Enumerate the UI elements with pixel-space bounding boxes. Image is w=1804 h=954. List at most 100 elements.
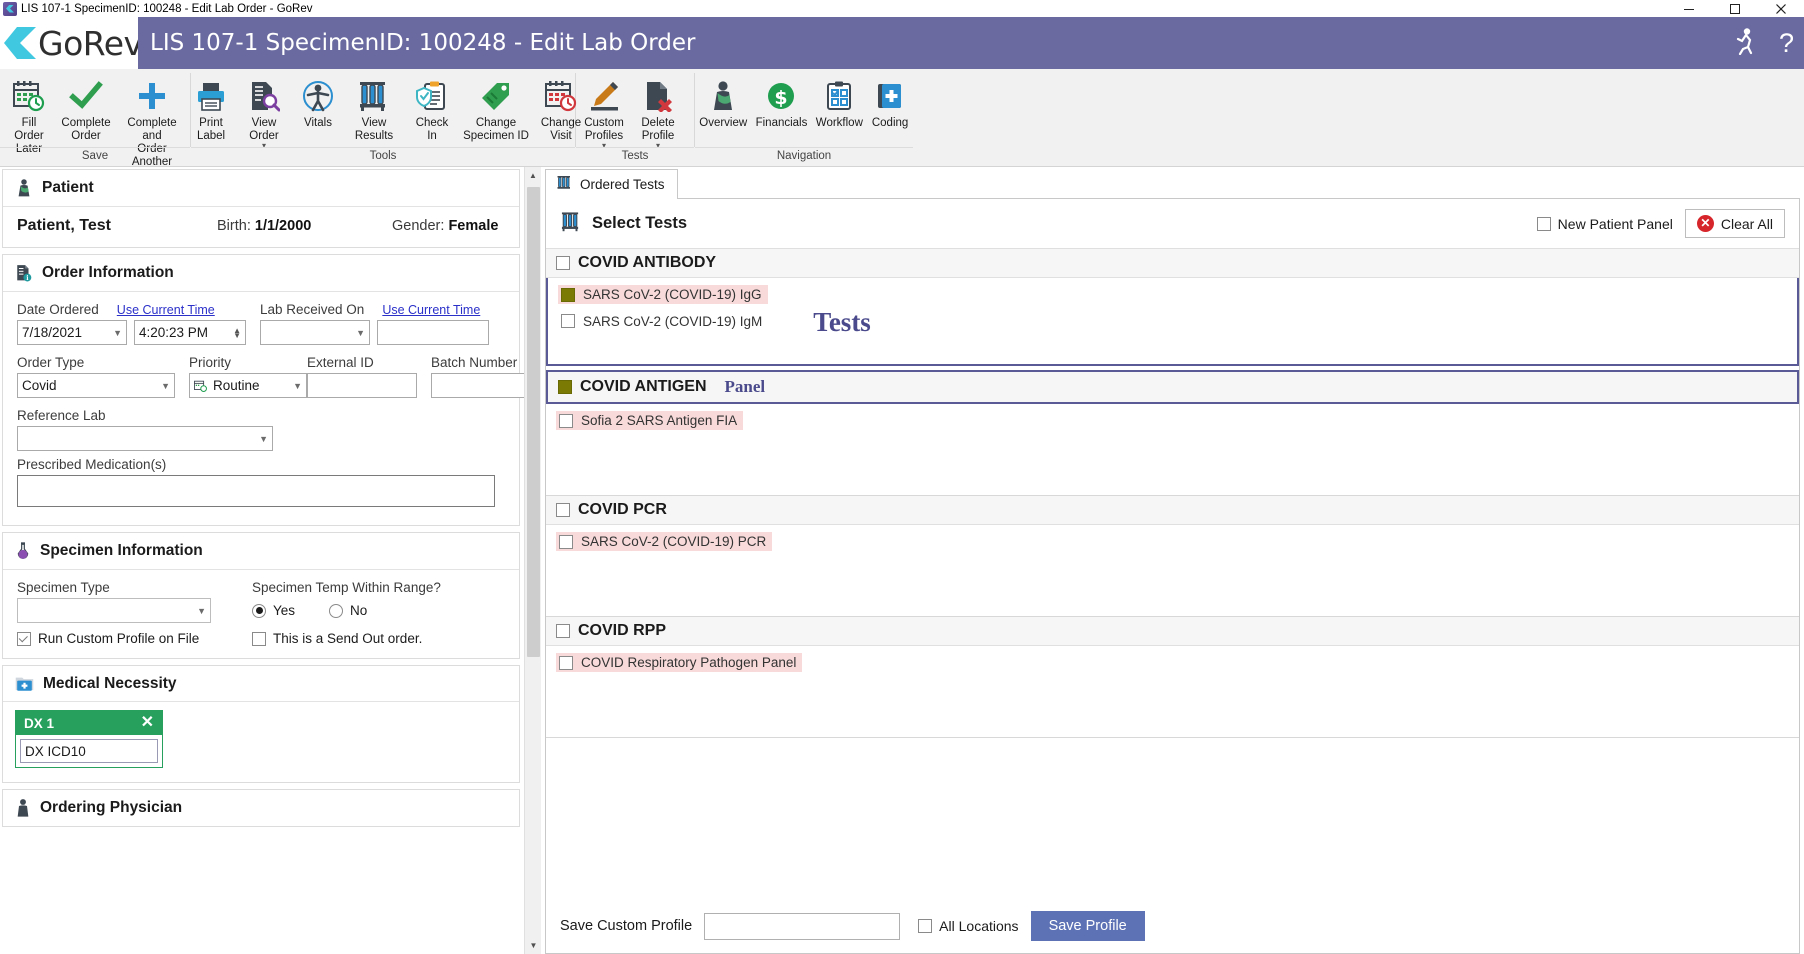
order-information-body: Date Ordered Use Current Time 7/18/2021 … xyxy=(3,292,524,525)
checkbox-filled-icon[interactable] xyxy=(558,380,572,394)
group-body-covid-antigen: Sofia 2 SARS Antigen FIA xyxy=(546,404,1799,496)
view-results-button[interactable]: View Results xyxy=(339,73,409,143)
date-ordered-value: 7/18/2021 xyxy=(22,325,83,340)
print-label-button[interactable]: Print Label xyxy=(191,73,231,143)
help-question-icon[interactable]: ? xyxy=(1779,29,1794,57)
chevron-down-icon[interactable]: ▼ xyxy=(192,606,206,616)
tab-ordered-tests[interactable]: Ordered Tests xyxy=(545,169,678,199)
test-label-covid-rpp: COVID Respiratory Pathogen Panel xyxy=(581,655,797,670)
coding-button[interactable]: Coding xyxy=(867,73,913,130)
scroll-up-icon[interactable]: ▲ xyxy=(525,167,541,184)
new-patient-panel-checkbox[interactable]: New Patient Panel xyxy=(1536,216,1673,232)
view-order-label: View Order xyxy=(249,117,279,142)
patient-card-header: Patient xyxy=(3,170,519,207)
checkbox-unchecked-icon[interactable] xyxy=(559,534,573,549)
save-custom-profile-input[interactable] xyxy=(704,912,901,940)
reference-lab-select[interactable]: ▼ xyxy=(17,426,273,451)
group-header-covid-antibody[interactable]: COVID ANTIBODY xyxy=(546,249,1799,278)
overview-button[interactable]: Overview xyxy=(695,73,751,130)
patient-birth-value: 1/1/2000 xyxy=(254,218,312,234)
date-ordered-input[interactable]: 7/18/2021 ▼ xyxy=(17,320,127,345)
lab-received-use-current-time-link[interactable]: Use Current Time xyxy=(382,303,480,317)
scrollbar-thumb[interactable] xyxy=(527,187,540,657)
test-item-sofia-2-sars-antigen-fia[interactable]: Sofia 2 SARS Antigen FIA xyxy=(556,411,744,430)
chevron-down-icon[interactable]: ▼ xyxy=(288,381,302,391)
order-type-select[interactable]: Covid ▼ xyxy=(17,373,175,398)
specimen-type-field: Specimen Type ▼ xyxy=(17,580,252,623)
test-item-covid-respiratory-pathogen-panel[interactable]: COVID Respiratory Pathogen Panel xyxy=(556,653,803,672)
batch-number-label: Batch Number xyxy=(431,355,518,370)
all-locations-checkbox[interactable]: All Locations xyxy=(918,918,1019,934)
check-in-button[interactable]: Check In xyxy=(409,73,455,143)
specimen-temp-yes-label: Yes xyxy=(273,603,296,618)
batch-number-input[interactable] xyxy=(431,373,524,398)
external-id-input[interactable] xyxy=(307,373,417,398)
order-information-card: i Order Information Date Ordered Use Cur… xyxy=(2,254,524,526)
chevron-down-icon[interactable]: ▼ xyxy=(351,328,365,338)
priority-select[interactable]: Routine ▼ xyxy=(189,373,307,398)
change-specimen-id-button[interactable]: Change Specimen ID xyxy=(455,73,537,143)
specimen-temp-no-radio[interactable]: No xyxy=(329,603,367,618)
group-header-covid-rpp[interactable]: COVID RPP xyxy=(546,617,1799,646)
chevron-down-icon[interactable]: ▼ xyxy=(108,328,122,338)
save-profile-button[interactable]: Save Profile xyxy=(1030,911,1145,941)
fill-order-later-button[interactable]: Fill Order Later xyxy=(0,73,58,156)
ordering-physician-title: Ordering Physician xyxy=(40,799,183,816)
chevron-down-icon[interactable]: ▼ xyxy=(156,381,170,391)
patient-birth: Birth: 1/1/2000 xyxy=(217,218,392,234)
vitals-button[interactable]: Vitals xyxy=(297,73,339,130)
send-out-order-checkbox[interactable]: This is a Send Out order. xyxy=(252,631,422,646)
test-line-igg: SARS CoV-2 (COVID-19) IgG xyxy=(558,285,1787,307)
run-custom-profile-checkbox[interactable]: Run Custom Profile on File xyxy=(17,631,252,646)
group-header-covid-antigen[interactable]: COVID ANTIGEN Panel xyxy=(546,370,1799,404)
financials-button[interactable]: $ Financials xyxy=(751,73,811,130)
dx-1-remove-icon[interactable]: ✕ xyxy=(141,715,154,731)
external-id-field: External ID xyxy=(307,355,417,398)
person-running-icon[interactable] xyxy=(1733,27,1757,60)
dx-1-input[interactable]: DX ICD10 xyxy=(20,739,158,763)
specimen-type-select[interactable]: ▼ xyxy=(17,598,211,623)
test-item-sars-cov2-igm[interactable]: SARS CoV-2 (COVID-19) IgM xyxy=(558,312,768,331)
document-delete-icon xyxy=(642,77,674,115)
minimize-button[interactable] xyxy=(1666,0,1712,17)
brand-logo: GoRev xyxy=(0,17,143,69)
chevron-down-icon[interactable]: ▼ xyxy=(254,434,268,444)
left-pane-scrollbar[interactable]: ▲ ▼ xyxy=(524,167,542,954)
close-button[interactable] xyxy=(1758,0,1804,17)
checkbox-unchecked-icon[interactable] xyxy=(559,413,573,428)
checkbox-filled-icon[interactable] xyxy=(561,287,575,302)
checkbox-unchecked-icon[interactable] xyxy=(556,256,570,270)
date-ordered-use-current-time-link[interactable]: Use Current Time xyxy=(117,303,215,317)
checkbox-unchecked-icon[interactable] xyxy=(556,624,570,638)
batch-number-field: Batch Number xyxy=(431,355,524,398)
specimen-temp-yes-radio[interactable]: Yes xyxy=(252,603,295,618)
view-order-button[interactable]: View Order ▾ xyxy=(231,73,297,150)
prescribed-medications-input[interactable] xyxy=(17,475,495,507)
scroll-down-icon[interactable]: ▼ xyxy=(525,937,542,954)
dx-1-label: DX 1 xyxy=(24,715,55,731)
lab-received-time-input[interactable] xyxy=(377,320,489,345)
time-spinner[interactable]: ▲ ▼ xyxy=(228,326,241,339)
custom-profiles-button[interactable]: Custom Profiles ▾ xyxy=(576,73,632,150)
maximize-button[interactable] xyxy=(1712,0,1758,17)
clear-all-button[interactable]: ✕ Clear All xyxy=(1684,209,1785,238)
complete-order-button[interactable]: Complete Order xyxy=(58,73,114,143)
group-header-covid-pcr[interactable]: COVID PCR xyxy=(546,496,1799,525)
checkbox-unchecked-icon[interactable] xyxy=(561,314,575,328)
test-item-sars-cov2-igg[interactable]: SARS CoV-2 (COVID-19) IgG xyxy=(558,285,768,304)
checkbox-unchecked-icon[interactable] xyxy=(559,655,573,670)
radio-on-icon xyxy=(252,603,266,618)
delete-profile-button[interactable]: Delete Profile ▾ xyxy=(632,73,684,150)
lab-received-date-input[interactable]: ▼ xyxy=(260,320,370,345)
workflow-button[interactable]: Workflow xyxy=(812,73,868,130)
patient-sling-icon xyxy=(15,178,33,198)
lab-received-on-label: Lab Received On xyxy=(260,302,365,317)
group-name-covid-antibody: COVID ANTIBODY xyxy=(578,254,717,271)
checkbox-unchecked-icon[interactable] xyxy=(556,503,570,517)
test-item-sars-cov2-pcr[interactable]: SARS CoV-2 (COVID-19) PCR xyxy=(556,532,773,551)
time-ordered-input[interactable]: 4:20:23 PM ▲ ▼ xyxy=(134,320,246,345)
coding-label: Coding xyxy=(871,117,909,129)
medical-necessity-body: DX 1 ✕ DX ICD10 xyxy=(3,702,519,782)
group-name-covid-pcr: COVID PCR xyxy=(578,501,667,518)
dx-1-value: DX ICD10 xyxy=(25,743,86,759)
